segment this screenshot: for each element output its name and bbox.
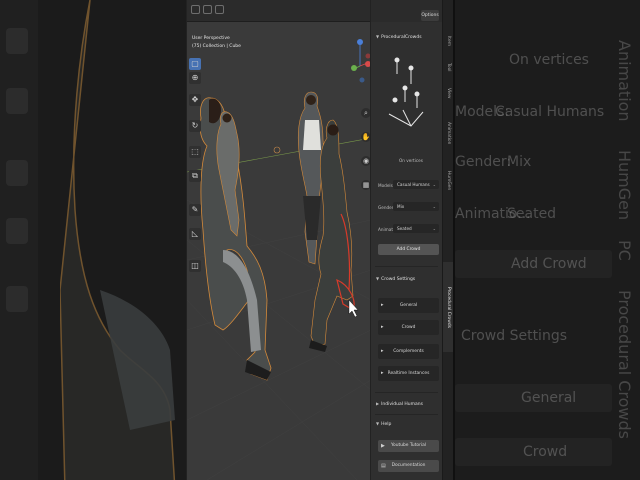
ghost-gender-value: Mix	[507, 154, 532, 170]
divider	[375, 266, 438, 267]
gender-dropdown[interactable]: Mix ⌄	[393, 202, 439, 211]
divider	[453, 0, 455, 480]
models-dropdown[interactable]: Casual Humans ⌄	[393, 180, 439, 189]
chevron-down-icon: ⌄	[432, 204, 436, 209]
sidebar-tabs: Item Tool View Animation HumGen Procedur…	[442, 0, 454, 480]
scene-canvas	[187, 91, 370, 480]
tool-shelf: ▢ ⊕ ✥ ↻ ⬚ ⧉ ✎ ◺ ◫	[189, 58, 201, 280]
crowd-preview-image	[383, 50, 431, 150]
person-3	[297, 91, 324, 265]
ghost-vertical-animation: Animation	[615, 40, 634, 122]
cursor-icon[interactable]: ⊕	[189, 72, 201, 84]
select-box-icon[interactable]: ▢	[189, 58, 201, 70]
measure-icon[interactable]: ◺	[189, 228, 201, 240]
documentation-button[interactable]: ▤ Documentation	[378, 460, 439, 472]
realtime-instances-subpanel[interactable]: ▸ Realtime Instances	[378, 366, 439, 381]
ghost-crowd: Crowd	[523, 444, 568, 460]
section-procedural-crowds[interactable]: ▼ ProceduralCrowds	[376, 34, 422, 40]
ghost-add-crowd: Add Crowd	[511, 256, 587, 272]
chevron-right-icon: ▶	[376, 401, 380, 406]
models-label: Models:	[378, 183, 395, 188]
ghost-vertical-humgen: HumGen	[615, 150, 634, 221]
section-crowd-settings[interactable]: ▼ Crowd Settings	[376, 276, 415, 282]
section-individual-humans[interactable]: ▶ Individual Humans	[376, 401, 423, 407]
rotate-icon[interactable]: ↻	[189, 120, 201, 132]
annotate-icon[interactable]: ✎	[189, 204, 201, 216]
realtime-instances-label: Realtime Instances	[387, 371, 430, 376]
ghost-tool	[6, 28, 28, 54]
section-procedural-crowds-label: ProceduralCrowds	[381, 35, 422, 40]
ghost-toolbar	[0, 0, 38, 480]
chevron-down-icon: ▼	[376, 421, 380, 426]
ghost-tool	[6, 286, 28, 312]
navigation-gizmo[interactable]	[348, 36, 372, 86]
chevron-down-icon: ⌄	[432, 226, 436, 231]
3d-viewport[interactable]: User Perspective (75) Collection | Cube	[186, 0, 370, 480]
ghost-vertical-pc: PC	[615, 240, 634, 261]
youtube-tutorial-button[interactable]: ▶ Youtube Tutorial	[378, 440, 439, 452]
move-icon[interactable]: ✥	[189, 94, 201, 106]
ghost-animation-value: Seated	[507, 206, 557, 222]
complements-subpanel[interactable]: ▸ Complements	[378, 344, 439, 359]
ghost-tool	[6, 160, 28, 186]
ghost-gender-label: Gender:	[455, 154, 512, 170]
chevron-down-icon: ⌄	[432, 182, 436, 187]
divider	[375, 414, 438, 415]
divider	[375, 392, 438, 393]
general-subpanel[interactable]: ▸ General	[378, 298, 439, 313]
section-crowd-settings-label: Crowd Settings	[381, 277, 416, 282]
section-individual-humans-label: Individual Humans	[381, 402, 423, 407]
crowd-label: Crowd	[401, 325, 416, 330]
options-button[interactable]: Options	[421, 10, 439, 21]
ghost-crowd-settings: Crowd Settings	[461, 328, 567, 344]
youtube-label: Youtube Tutorial	[390, 443, 427, 448]
gender-value: Mix	[397, 204, 405, 209]
background-right-blur: On vertices Models: Casual Humans Gender…	[455, 0, 640, 480]
ghost-general: General	[521, 390, 577, 406]
ghost-vertical-procedural-crowds: Procedural Crowds	[615, 290, 634, 439]
section-help[interactable]: ▼ Help	[376, 421, 391, 427]
ghost-tool	[6, 218, 28, 244]
general-label: General	[399, 303, 418, 308]
animation-dropdown[interactable]: Seated ⌄	[393, 224, 439, 233]
complements-label: Complements	[393, 349, 424, 354]
ghost-models-value: Casual Humans	[495, 104, 605, 120]
add-cube-icon[interactable]: ◫	[189, 260, 201, 272]
documentation-label: Documentation	[391, 463, 426, 468]
sidebar-panel: Options ▼ ProceduralCrowds On vertices Mo…	[370, 0, 442, 480]
chevron-down-icon: ▼	[376, 276, 380, 281]
add-crowd-button[interactable]: Add Crowd	[378, 244, 439, 255]
scale-icon[interactable]: ⬚	[189, 146, 201, 158]
chevron-down-icon: ▼	[376, 34, 380, 39]
transform-icon[interactable]: ⧉	[189, 170, 201, 182]
preview-caption: On vertices	[399, 158, 423, 163]
section-help-label: Help	[381, 422, 392, 427]
crowd-subpanel[interactable]: ▸ Crowd	[378, 320, 439, 335]
models-value: Casual Humans	[397, 182, 430, 187]
background-left-blur	[0, 0, 186, 480]
ghost-on-vertices: On vertices	[509, 52, 589, 68]
ghost-person-silhouette	[60, 0, 176, 480]
animation-value: Seated	[397, 226, 412, 231]
ghost-tool	[6, 88, 28, 114]
